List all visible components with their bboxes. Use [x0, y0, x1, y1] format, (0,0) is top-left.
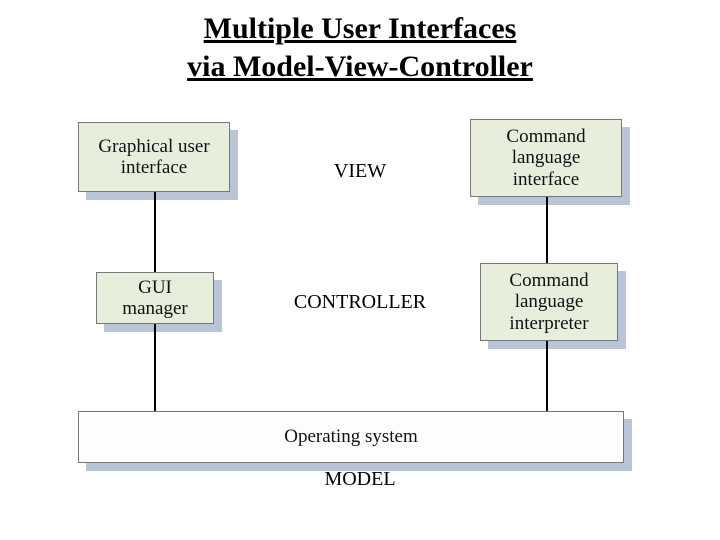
row-label-controller: CONTROLLER: [270, 291, 450, 314]
box-cmd-interface: Command language interface: [470, 119, 622, 197]
box-cmd-interpreter: Command language interpreter: [480, 263, 618, 341]
box-gui-manager: GUI manager: [96, 272, 214, 324]
diagram-canvas: Graphical user interface Command languag…: [0, 0, 720, 540]
box-gui: Graphical user interface: [78, 122, 230, 192]
box-operating-system: Operating system: [78, 411, 624, 463]
row-label-view: VIEW: [270, 160, 450, 183]
row-label-model: MODEL: [270, 468, 450, 491]
